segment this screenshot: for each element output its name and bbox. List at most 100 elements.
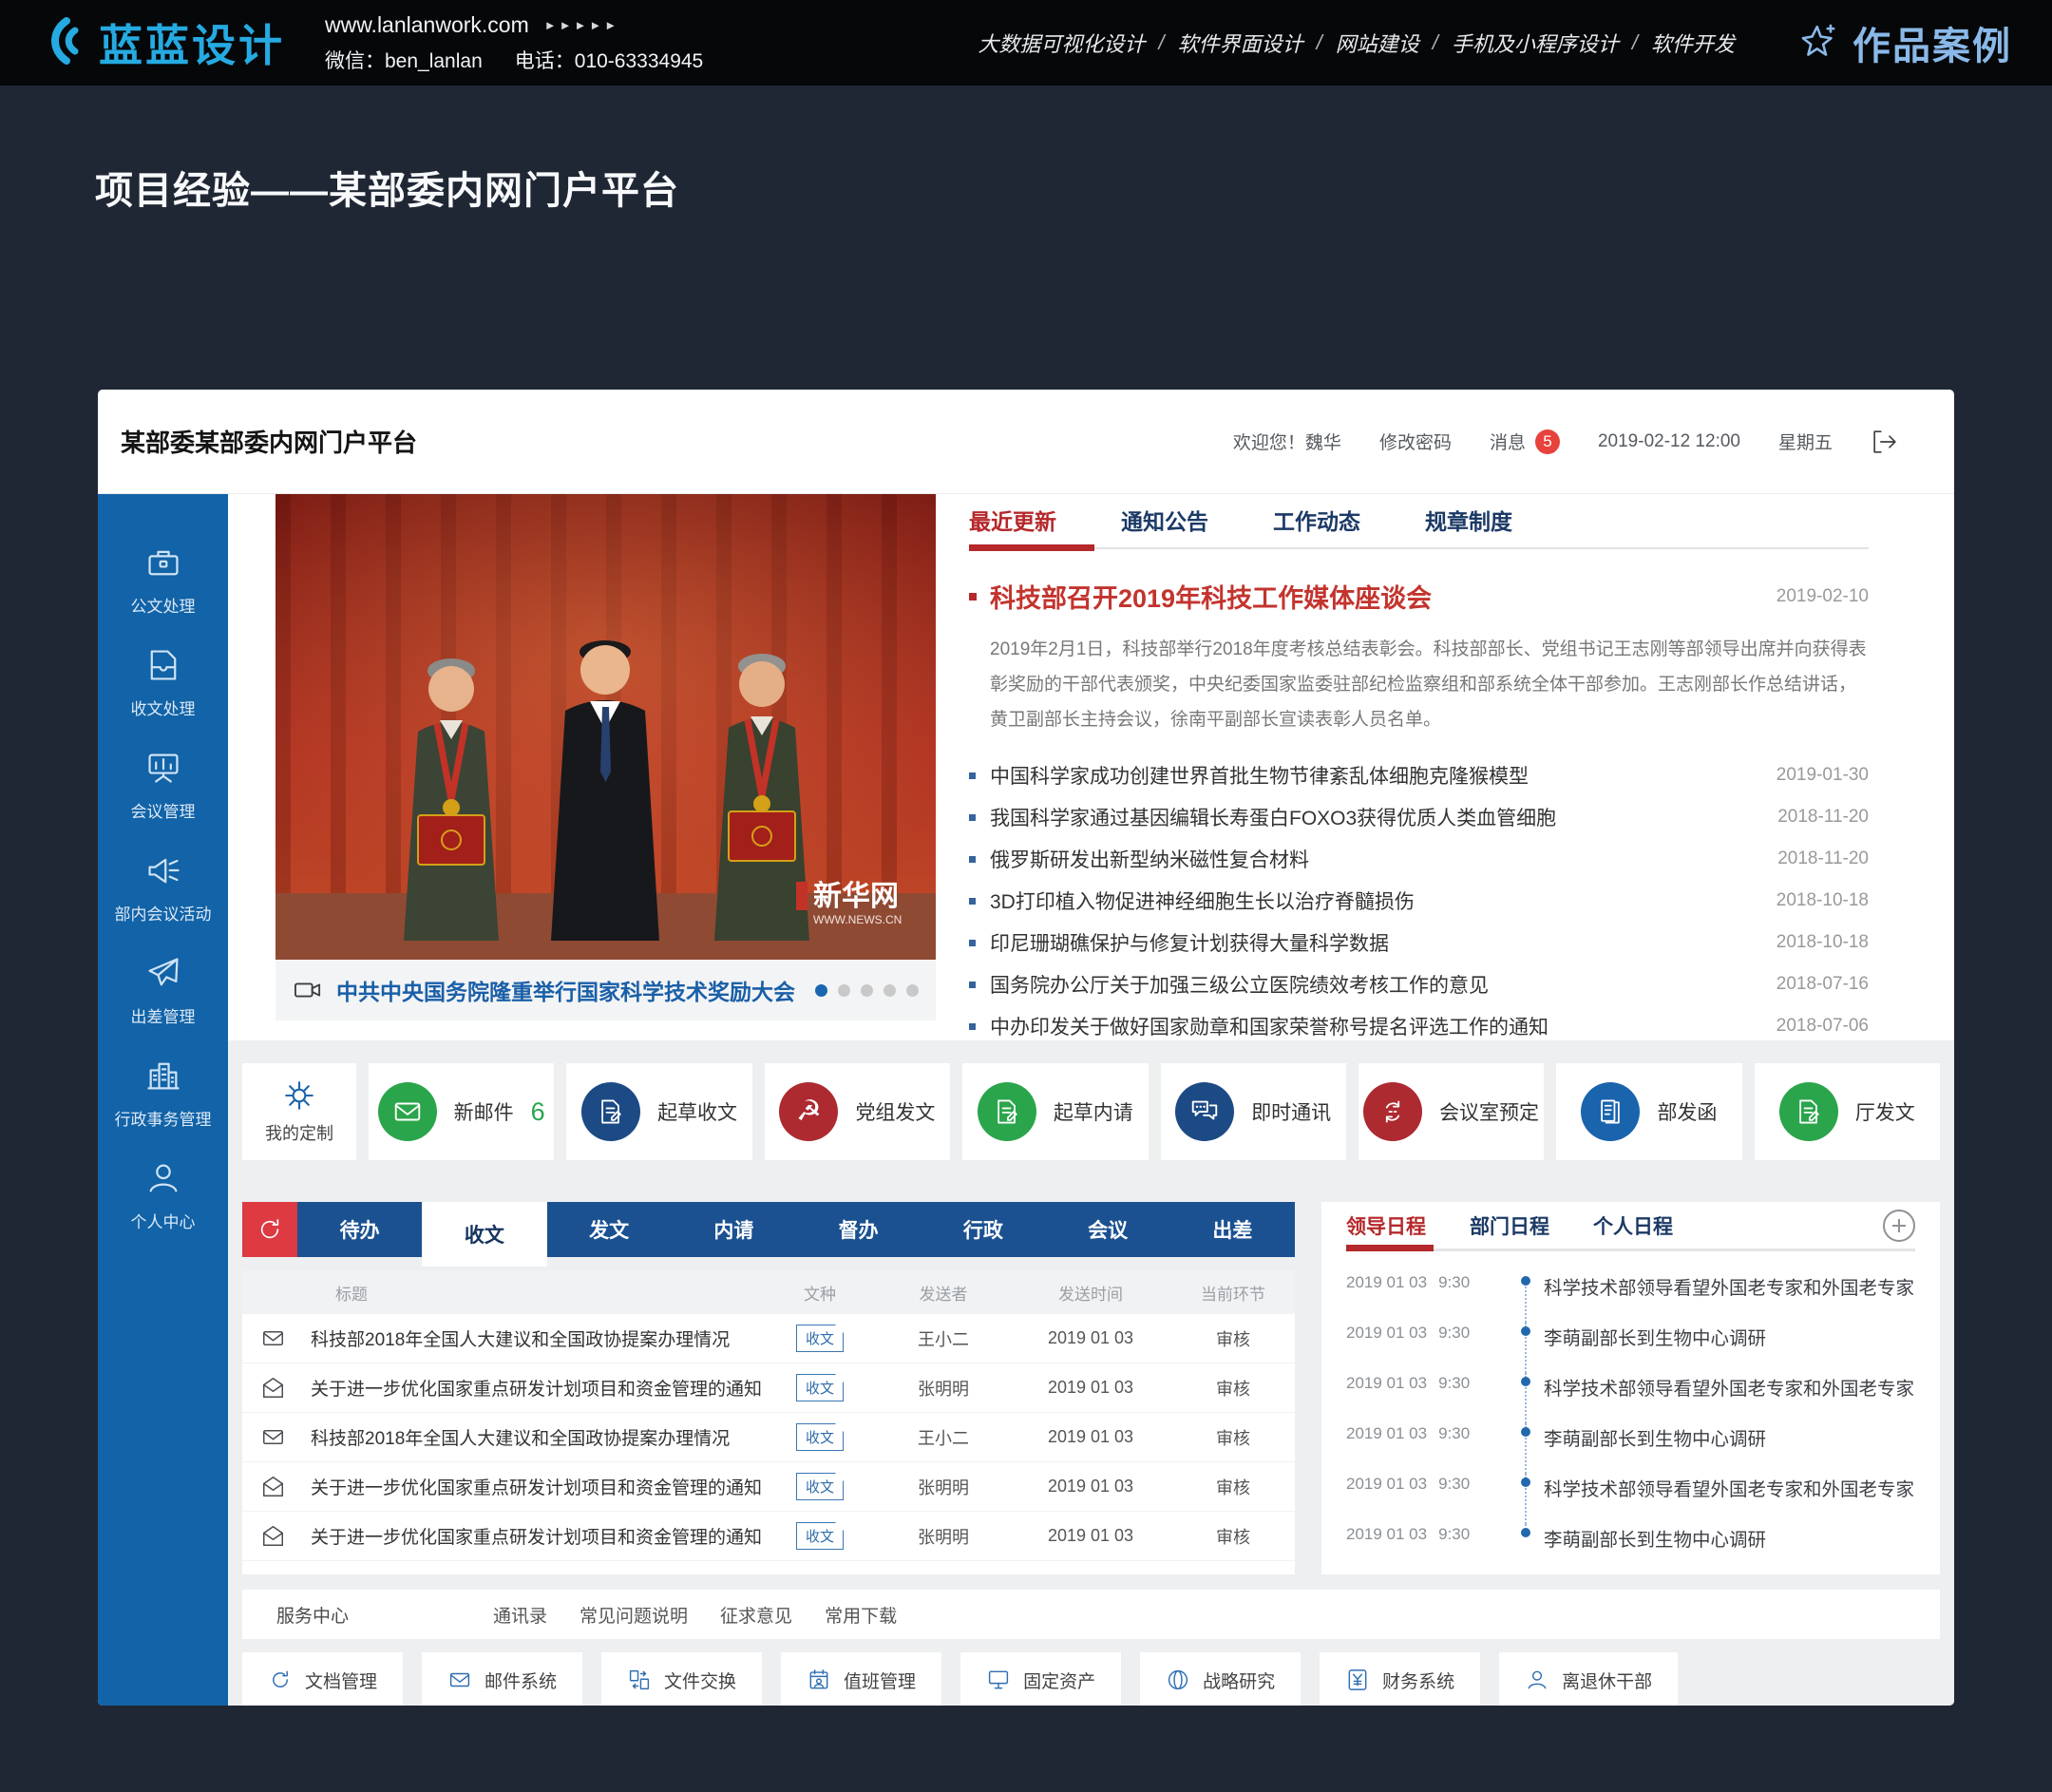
link-contacts[interactable]: 通讯录 [493,1602,547,1628]
sidebar-item-internal-activities[interactable]: 部内会议活动 [115,851,212,925]
app-document-management[interactable]: 文档管理 [242,1652,403,1706]
tab-notices[interactable]: 通知公告 [1121,504,1208,536]
doc-type-badge: 收文 [796,1473,844,1500]
add-schedule-button[interactable] [1883,1210,1915,1242]
tab-administration[interactable]: 行政 [921,1202,1045,1257]
todo-refresh-button[interactable] [242,1202,297,1257]
site-nav-item[interactable]: 大数据可视化设计 [978,28,1145,58]
schedule-item[interactable]: 2019 01 039:30 李萌副部长到生物中心调研 [1346,1323,1915,1373]
page-title: 项目经验——某部委内网门户平台 [95,160,679,215]
link-service-center[interactable]: 服务中心 [276,1602,349,1628]
carousel-dot[interactable] [884,984,896,997]
action-draft-incoming[interactable]: 起草收文 [566,1063,751,1160]
action-office-docs[interactable]: 厅发文 [1755,1063,1940,1160]
tab-todo[interactable]: 待办 [297,1202,422,1257]
logout-button[interactable] [1871,428,1899,456]
schedule-item[interactable]: 2019 01 039:30 科学技术部领导看望外国老专家和外国老专家家属 [1346,1373,1915,1423]
link-feedback[interactable]: 征求意见 [720,1602,792,1628]
blue-bullet [969,898,976,905]
row-sent-time: 2019 01 03 [1010,1427,1171,1447]
action-my-customization[interactable]: 我的定制 [242,1063,356,1160]
app-finance-system[interactable]: 财务系统 [1320,1652,1480,1706]
tab-business-trip[interactable]: 出差 [1170,1202,1295,1257]
site-url[interactable]: www.lanlanwork.com [325,12,529,38]
action-instant-messaging[interactable]: 即时通讯 [1161,1063,1346,1160]
tab-work-trends[interactable]: 工作动态 [1273,504,1360,536]
welcome-text: 欢迎您！魏华 [1233,429,1341,454]
carousel-dot[interactable] [906,984,919,997]
col-current-step: 当前环节 [1171,1281,1295,1305]
tab-rules[interactable]: 规章制度 [1425,504,1512,536]
tab-outgoing[interactable]: 发文 [547,1202,672,1257]
schedule-item[interactable]: 2019 01 039:30 科学技术部领导看望外国老专家和外国老专家家属 [1346,1474,1915,1524]
schedule-item[interactable]: 2019 01 039:30 李萌副部长到生物中心调研 [1346,1524,1915,1574]
schedule-time: 9:30 [1438,1475,1470,1494]
change-password-link[interactable]: 修改密码 [1379,429,1452,454]
carousel-dot[interactable] [838,984,850,997]
action-ministry-letters[interactable]: 部发函 [1556,1063,1741,1160]
site-logo[interactable]: 蓝蓝设计 [40,11,285,74]
carousel-caption[interactable]: 中共中央国务院隆重举行国家科学技术奖励大会 [336,974,795,1006]
news-item-date: 2018-10-18 [1776,932,1869,953]
action-party-docs[interactable]: ☭ 党组发文 [765,1063,950,1160]
news-list-item[interactable]: 我国科学家通过基因编辑长寿蛋白FOXO3获得优质人类血管细胞 2018-11-2… [969,796,1869,838]
tab-personal-schedule[interactable]: 个人日程 [1593,1211,1673,1240]
tab-meetings[interactable]: 会议 [1046,1202,1170,1257]
schedule-item[interactable]: 2019 01 039:30 科学技术部领导看望外国老专家和外国老专家家属 [1346,1272,1915,1323]
news-list-item[interactable]: 中国科学家成功创建世界首批生物节律紊乱体细胞克隆猴模型 2019-01-30 [969,754,1869,796]
table-row[interactable]: 关于进一步优化国家重点研发计划项目和资金管理的通知 收文 张明明 2019 01… [242,1363,1295,1413]
sidebar-item-label: 公文处理 [131,593,196,617]
action-new-mail[interactable]: 新邮件 6 [369,1063,554,1160]
carousel-dot[interactable] [815,984,827,997]
app-file-exchange[interactable]: 文件交换 [601,1652,762,1706]
tab-supervision[interactable]: 督办 [796,1202,921,1257]
messages-link[interactable]: 消息 5 [1490,429,1560,454]
sidebar-item-document-processing[interactable]: 公文处理 [131,543,196,617]
table-row[interactable]: 科技部2018年全国人大建议和全国政协提案办理情况 收文 王小二 2019 01… [242,1314,1295,1363]
app-label: 战略研究 [1203,1668,1275,1693]
carousel-dot[interactable] [861,984,873,997]
portfolio-link[interactable]: 作品案例 [1797,15,2012,70]
sidebar-item-admin-affairs[interactable]: 行政事务管理 [115,1057,212,1130]
todo-panel: 待办 收文 发文 内请 督办 行政 会议 出差 标题 文种 发送者 发 [242,1202,1295,1574]
col-sent-time: 发送时间 [1010,1281,1171,1305]
news-list-item[interactable]: 俄罗斯研发出新型纳米磁性复合材料 2018-11-20 [969,838,1869,880]
news-headline-row[interactable]: 科技部召开2019年科技工作媒体座谈会 2019-02-10 [969,578,1869,615]
news-list-item[interactable]: 中办印发关于做好国家勋章和国家荣誉称号提名评选工作的通知 2018-07-06 [969,1005,1869,1047]
table-row[interactable]: 科技部2018年全国人大建议和全国政协提案办理情况 收文 王小二 2019 01… [242,1413,1295,1462]
sidebar-item-personal-center[interactable]: 个人中心 [131,1159,196,1232]
table-row[interactable]: 关于进一步优化国家重点研发计划项目和资金管理的通知 收文 张明明 2019 01… [242,1462,1295,1512]
tab-department-schedule[interactable]: 部门日程 [1470,1211,1549,1240]
link-faq[interactable]: 常见问题说明 [580,1602,688,1628]
tab-incoming[interactable]: 收文 [422,1202,546,1267]
news-list-item[interactable]: 国务院办公厅关于加强三级公立医院绩效考核工作的意见 2018-07-16 [969,963,1869,1005]
row-step: 审核 [1171,1425,1295,1450]
app-fixed-assets[interactable]: 固定资产 [960,1652,1121,1706]
site-nav-item[interactable]: 网站建设 [1336,28,1419,58]
site-nav-item[interactable]: 手机及小程序设计 [1452,28,1619,58]
news-carousel[interactable]: 新华网 WWW.NEWS.CN 中共中央国务院隆重举行国家科学技术奖励大会 [276,494,936,1020]
news-list-item[interactable]: 印尼珊瑚礁保护与修复计划获得大量科学数据 2018-10-18 [969,922,1869,963]
table-row[interactable]: 关于进一步优化国家重点研发计划项目和资金管理的通知 收文 张明明 2019 01… [242,1512,1295,1561]
action-meeting-room-booking[interactable]: 会议室预定 [1358,1063,1544,1160]
app-strategy-research[interactable]: 战略研究 [1140,1652,1301,1706]
row-sent-time: 2019 01 03 [1010,1378,1171,1398]
sidebar-item-business-trip[interactable]: 出差管理 [131,954,196,1027]
sidebar-item-meeting-management[interactable]: 会议管理 [131,749,196,822]
sidebar-item-incoming-docs[interactable]: 收文处理 [131,646,196,719]
site-nav-item[interactable]: 软件界面设计 [1178,28,1303,58]
app-duty-management[interactable]: 值班管理 [781,1652,941,1706]
news-list-item[interactable]: 3D打印植入物促进神经细胞生长以治疗脊髓损伤 2018-10-18 [969,880,1869,922]
site-nav-item[interactable]: 软件开发 [1651,28,1735,58]
tab-leader-schedule[interactable]: 领导日程 [1346,1211,1426,1240]
app-retired-cadres[interactable]: 离退休干部 [1499,1652,1678,1706]
schedule-text: 李萌副部长到生物中心调研 [1544,1524,1915,1552]
action-draft-internal[interactable]: 起草内请 [962,1063,1148,1160]
tab-recent-updates[interactable]: 最近更新 [969,504,1056,536]
link-downloads[interactable]: 常用下载 [825,1602,897,1628]
schedule-item[interactable]: 2019 01 039:30 李萌副部长到生物中心调研 [1346,1423,1915,1474]
app-mail-system[interactable]: 邮件系统 [422,1652,582,1706]
site-contact: www.lanlanwork.com ►►►►► 微信：ben_lanlan 电… [325,12,703,74]
tab-internal-request[interactable]: 内请 [672,1202,796,1257]
news-headline[interactable]: 科技部召开2019年科技工作媒体座谈会 [990,578,1432,615]
